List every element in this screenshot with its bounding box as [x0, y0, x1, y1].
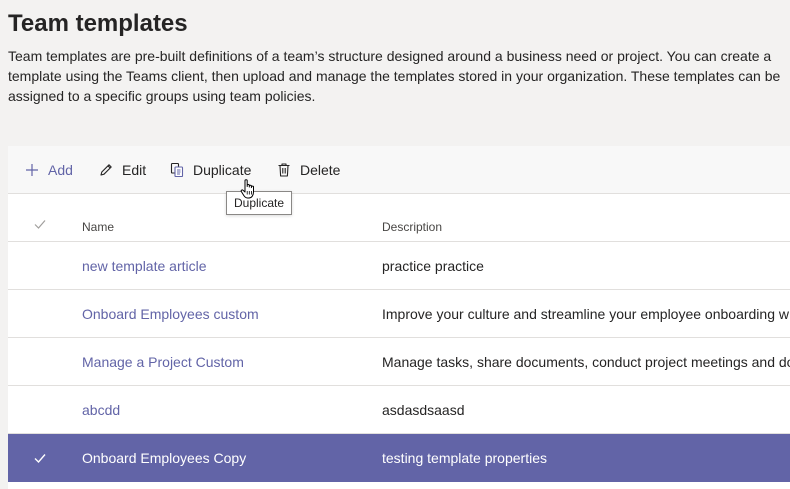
template-description: Improve your culture and streamline your… — [382, 306, 789, 322]
table-row[interactable]: Manage a Project Custom Manage tasks, sh… — [8, 338, 790, 386]
template-description: asdasdsaasd — [382, 402, 465, 418]
template-name-link[interactable]: Onboard Employees Copy — [82, 434, 246, 482]
template-description: testing template properties — [382, 450, 547, 466]
column-header-description[interactable]: Description — [382, 220, 442, 234]
trash-icon — [278, 163, 290, 177]
template-description: Manage tasks, share documents, conduct p… — [382, 354, 790, 370]
delete-button[interactable]: Delete — [276, 158, 340, 182]
duplicate-tooltip: Duplicate — [226, 191, 293, 215]
template-name-link[interactable]: new template article — [82, 242, 207, 290]
table-row[interactable]: abcdd asdasdsaasd — [8, 386, 790, 434]
template-description: practice practice — [382, 258, 484, 274]
delete-button-label: Delete — [300, 162, 341, 178]
add-button-label: Add — [48, 162, 73, 178]
row-checkbox[interactable] — [30, 400, 50, 420]
row-checkbox[interactable] — [30, 304, 50, 324]
plus-icon — [26, 164, 38, 176]
table-row[interactable]: Onboard Employees custom Improve your cu… — [8, 290, 790, 338]
table-row[interactable]: new template article practice practice — [8, 242, 790, 290]
table-row-selected[interactable]: Onboard Employees Copy testing template … — [8, 434, 790, 482]
row-checkbox-checked[interactable] — [30, 448, 50, 468]
page-title: Team templates — [8, 10, 188, 37]
select-all-checkbox[interactable] — [30, 214, 50, 234]
command-bar: Add Edit Duplicate Delete — [8, 146, 790, 194]
table-header: Name Description — [8, 194, 790, 242]
page-description: Team templates are pre-built definitions… — [8, 48, 781, 104]
duplicate-button-label: Duplicate — [193, 162, 252, 178]
row-checkbox[interactable] — [30, 256, 50, 276]
template-name-link[interactable]: Manage a Project Custom — [82, 338, 244, 386]
checkmark-icon — [34, 454, 46, 464]
checkmark-icon — [34, 220, 46, 229]
template-name-link[interactable]: abcdd — [82, 386, 120, 434]
template-name-link[interactable]: Onboard Employees custom — [82, 290, 259, 338]
edit-button[interactable]: Edit — [98, 158, 146, 182]
add-button[interactable]: Add — [24, 158, 73, 182]
column-header-name[interactable]: Name — [82, 220, 114, 234]
hand-pointer-icon — [240, 179, 254, 199]
row-checkbox[interactable] — [30, 352, 50, 372]
edit-button-label: Edit — [122, 162, 147, 178]
pencil-icon — [100, 164, 112, 176]
templates-panel: Add Edit Duplicate Delete Duplicate Name… — [8, 146, 790, 489]
copy-icon — [170, 162, 184, 178]
